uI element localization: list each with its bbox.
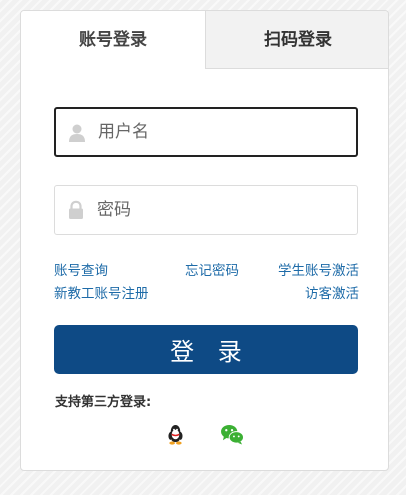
staff-register-link[interactable]: 新教工账号注册	[54, 282, 149, 302]
tab-qrcode-login[interactable]: 扫码登录	[205, 11, 388, 69]
login-card: 账号登录 扫码登录 账号查询 忘记密码 学生账号激活 新教工账号注册 访客激活 …	[20, 10, 389, 471]
student-activate-link[interactable]: 学生账号激活	[278, 259, 359, 279]
tab-account-login[interactable]: 账号登录	[21, 11, 205, 69]
username-field[interactable]	[54, 107, 358, 157]
password-input[interactable]	[97, 186, 347, 234]
password-field[interactable]	[54, 185, 358, 235]
user-icon	[69, 124, 85, 142]
wechat-icon[interactable]	[220, 424, 245, 445]
third-party-label: 支持第三方登录:	[55, 395, 152, 410]
visitor-activate-link[interactable]: 访客激活	[305, 282, 359, 302]
account-query-link[interactable]: 账号查询	[54, 259, 108, 279]
qq-icon[interactable]	[166, 424, 185, 445]
forgot-password-link[interactable]: 忘记密码	[185, 259, 239, 279]
username-input[interactable]	[98, 109, 348, 155]
login-tabs: 账号登录 扫码登录	[21, 11, 388, 69]
login-button[interactable]: 登 录	[54, 325, 358, 374]
lock-icon	[69, 200, 83, 219]
